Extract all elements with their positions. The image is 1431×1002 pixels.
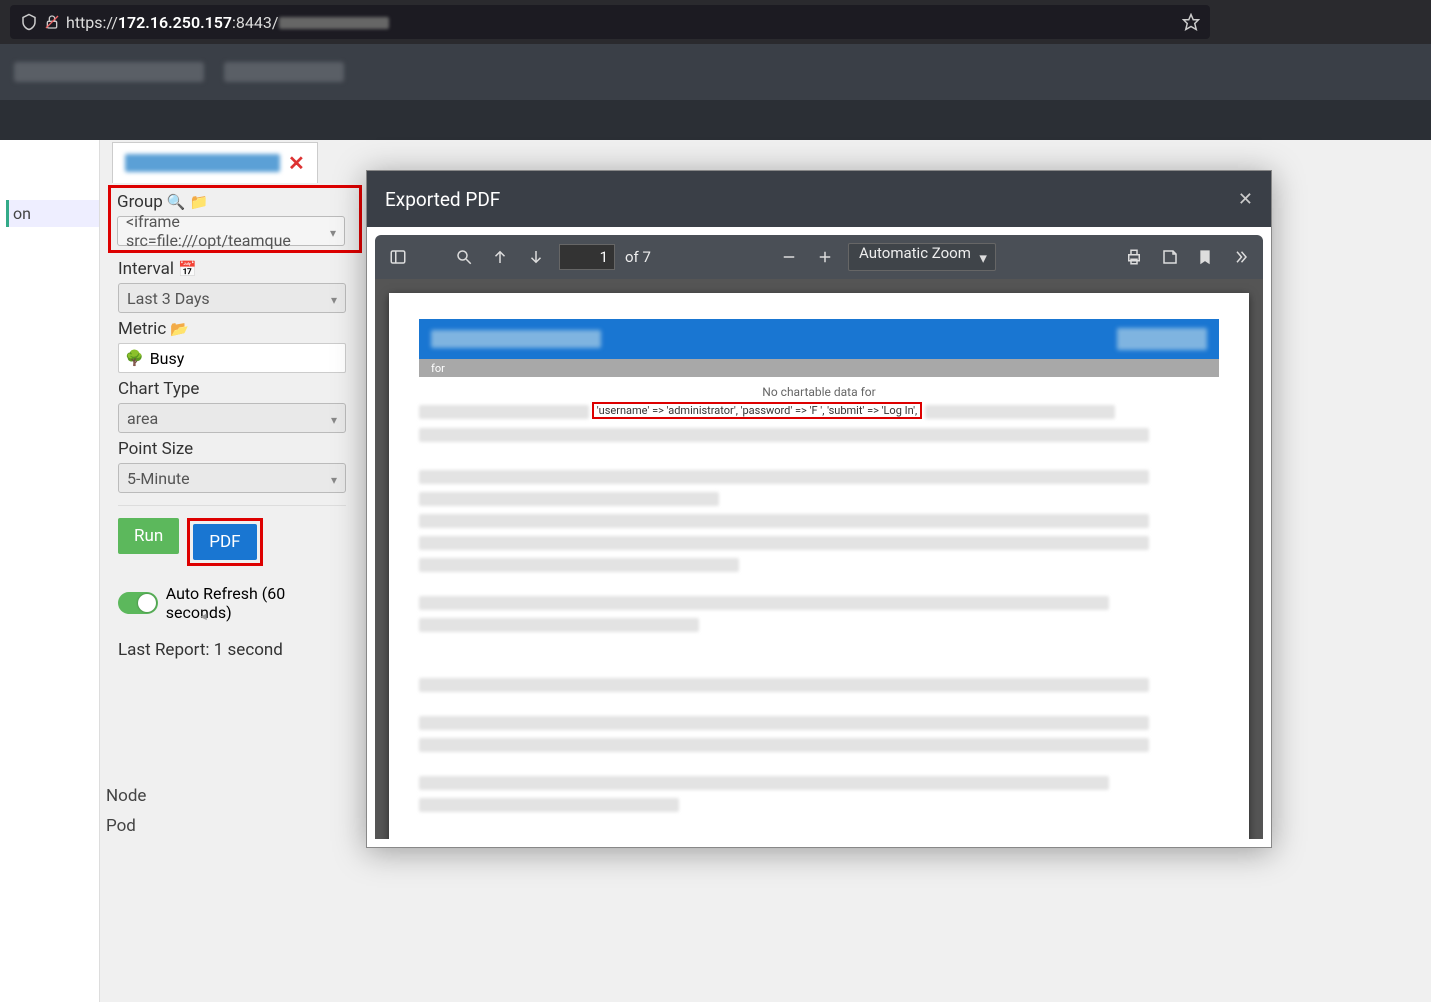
divider (118, 505, 346, 506)
point-size-value: 5-Minute (127, 469, 190, 488)
pdf-toolbar: of 7 Automatic Zoom ▾ (375, 235, 1263, 279)
tab-label (125, 154, 280, 172)
nav-item-pod[interactable]: Pod (106, 811, 146, 842)
modal-title: Exported PDF (385, 188, 500, 211)
pdf-credentials-leak: 'username' => 'administrator', 'password… (592, 402, 922, 419)
autorefresh-toggle[interactable] (118, 592, 158, 614)
point-size-select[interactable]: 5-Minute (118, 463, 346, 493)
folder-icon[interactable]: 📂 (170, 320, 189, 338)
panel-collapse-icon[interactable]: ◄ (198, 610, 209, 623)
pdf-leak-line: 'username' => 'administrator', 'password… (419, 403, 1219, 420)
last-report-text: Last Report: 1 second (118, 640, 354, 660)
chart-type-value: area (127, 409, 158, 428)
run-button[interactable]: Run (118, 518, 179, 554)
group-field-highlight: Group 🔍 📁 <iframe src=file:///opt/teamqu… (108, 185, 362, 253)
metric-input[interactable]: 🌳 Busy (118, 343, 346, 373)
bookmark-star-icon[interactable] (1182, 13, 1200, 31)
modal-close-icon[interactable]: ✕ (1238, 189, 1253, 210)
left-nav: on (0, 140, 100, 1002)
active-tab[interactable]: ✕ (112, 142, 318, 183)
bookmark-icon[interactable] (1193, 244, 1217, 270)
chart-type-label: Chart Type (118, 379, 354, 399)
pdf-button[interactable]: PDF (193, 524, 256, 560)
sidebar-toggle-icon[interactable] (385, 244, 411, 270)
lock-warning-icon (44, 14, 60, 30)
tab-close-icon[interactable]: ✕ (288, 151, 305, 175)
app-subheader (0, 100, 1431, 140)
interval-value: Last 3 Days (127, 289, 210, 308)
pdf-report-header (419, 319, 1219, 359)
metric-value: Busy (150, 349, 185, 368)
download-icon[interactable] (1157, 244, 1183, 270)
chevron-down-icon (331, 469, 337, 488)
bottom-nav: Node Pod (106, 781, 146, 842)
nav-item-node[interactable]: Node (106, 781, 146, 812)
chart-form-panel: Group 🔍 📁 <iframe src=file:///opt/teamqu… (112, 183, 360, 668)
chevron-down-icon: ▾ (979, 249, 987, 267)
pdf-report-subheader: for (419, 359, 1219, 377)
chevron-down-icon (331, 409, 337, 428)
search-icon[interactable]: 🔍 (167, 193, 186, 211)
zoom-select[interactable]: Automatic Zoom ▾ (848, 243, 996, 271)
autorefresh-label: Auto Refresh (60 seconds) (166, 584, 354, 622)
search-icon[interactable] (451, 244, 477, 270)
zoom-value: Automatic Zoom (859, 244, 971, 262)
zoom-out-icon[interactable] (776, 244, 802, 270)
interval-select[interactable]: Last 3 Days (118, 283, 346, 313)
exported-pdf-modal: Exported PDF ✕ of 7 Automatic Zoom ▾ (366, 170, 1272, 848)
pdf-button-highlight: PDF (187, 518, 262, 566)
tree-icon: 🌳 (125, 349, 144, 367)
page-number-input[interactable] (559, 244, 615, 270)
left-nav-item-selected[interactable]: on (6, 200, 99, 227)
tools-icon[interactable] (1227, 244, 1253, 270)
metric-label: Metric 📂 (118, 319, 354, 339)
app-header (0, 44, 1431, 100)
url-input[interactable]: https://172.16.250.157:8443/ (10, 5, 1210, 39)
url-text: https://172.16.250.157:8443/ (66, 13, 1182, 32)
pdf-page: for No chartable data for 'username' => … (389, 293, 1249, 839)
chevron-down-icon (330, 222, 336, 241)
folder-blue-icon[interactable]: 📁 (189, 193, 208, 211)
shield-icon (20, 13, 38, 31)
page-up-icon[interactable] (487, 244, 513, 270)
browser-url-bar: https://172.16.250.157:8443/ (0, 0, 1431, 44)
group-select[interactable]: <iframe src=file:///opt/teamque (117, 216, 345, 246)
pdf-no-data-text: No chartable data for (389, 385, 1249, 399)
chevron-down-icon (331, 289, 337, 308)
chart-type-select[interactable]: area (118, 403, 346, 433)
page-total: of 7 (625, 248, 651, 266)
group-label: Group 🔍 📁 (117, 192, 353, 212)
page-down-icon[interactable] (523, 244, 549, 270)
print-icon[interactable] (1121, 244, 1147, 270)
pdf-viewport[interactable]: for No chartable data for 'username' => … (375, 279, 1263, 839)
interval-label: Interval 📅 (118, 259, 354, 279)
zoom-in-icon[interactable] (812, 244, 838, 270)
point-size-label: Point Size (118, 439, 354, 459)
calendar-icon[interactable]: 📅 (178, 260, 197, 278)
group-value: <iframe src=file:///opt/teamque (126, 212, 330, 250)
modal-title-bar: Exported PDF ✕ (367, 171, 1271, 227)
